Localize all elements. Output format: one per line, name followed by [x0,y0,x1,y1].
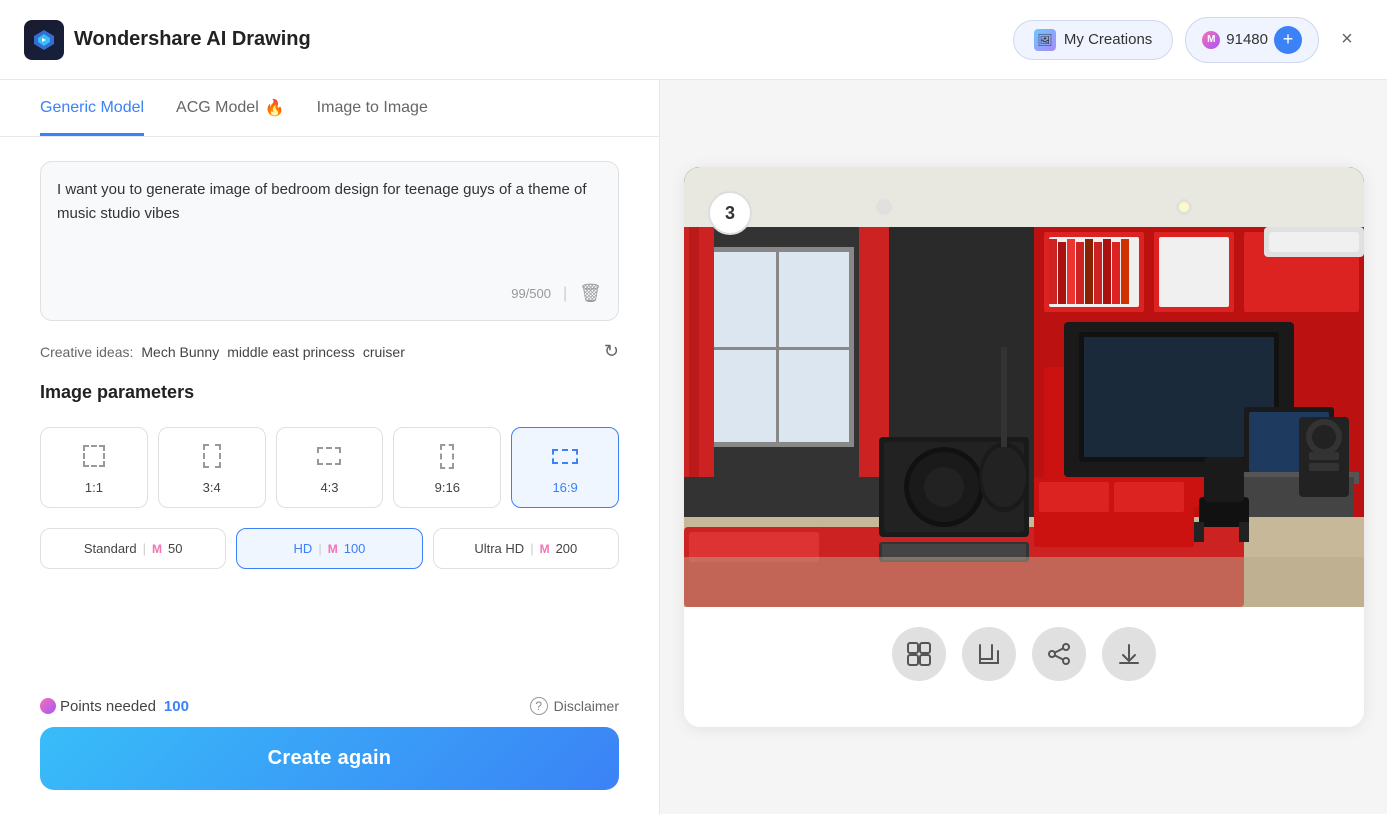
quality-m-icon-ultra-hd: M [540,542,550,556]
creative-tag-cruiser[interactable]: cruiser [363,344,405,360]
my-creations-button[interactable]: 🖼 My Creations [1013,20,1173,60]
action-buttons [892,627,1156,681]
ratio-4-3-icon [313,440,345,472]
ratio-btn-1-1[interactable]: 1:1 [40,427,148,508]
points-value: 91480 [1226,31,1268,48]
generated-image: 3 [684,167,1364,607]
clear-prompt-button[interactable]: 🗑 [579,283,602,304]
ratio-9-16-icon [431,440,463,472]
quality-btn-hd[interactable]: HD | M 100 [236,528,422,569]
my-creations-label: My Creations [1064,31,1152,48]
crop-button[interactable] [962,627,1016,681]
regenerate-button[interactable] [892,627,946,681]
scene-svg [684,167,1364,607]
app-logo [24,20,64,60]
refresh-ideas-button[interactable]: ↻ [604,341,619,362]
add-points-button[interactable]: + [1274,26,1302,54]
char-count: 99/500 [511,286,551,301]
model-tabs: Generic Model ACG Model 🔥 Image to Image [0,80,659,137]
tab-generic-model[interactable]: Generic Model [40,81,144,136]
points-info-row: Points needed 100 ? Disclaimer [40,697,619,715]
ratio-btn-3-4[interactable]: 3:4 [158,427,266,508]
points-needed-value: 100 [164,698,189,715]
creative-tag-middle-east-princess[interactable]: middle east princess [227,344,355,360]
left-panel: Generic Model ACG Model 🔥 Image to Image… [0,80,660,814]
ratio-btn-16-9[interactable]: 16:9 [511,427,619,508]
points-needed: Points needed 100 [40,698,189,715]
fire-icon: 🔥 [265,98,285,118]
topbar: Wondershare AI Drawing 🖼 My Creations M … [0,0,1387,80]
points-button[interactable]: M 91480 + [1185,17,1319,63]
download-button[interactable] [1102,627,1156,681]
quality-m-icon-standard: M [152,542,162,556]
prompt-container: I want you to generate image of bedroom … [40,161,619,321]
tab-acg-model[interactable]: ACG Model 🔥 [176,80,285,137]
main-content: Generic Model ACG Model 🔥 Image to Image… [0,80,1387,814]
ratio-3-4-icon [196,440,228,472]
quality-row: Standard | M 50 HD | M 100 Ultra HD | M … [40,528,619,569]
quality-btn-standard[interactable]: Standard | M 50 [40,528,226,569]
quality-btn-ultra-hd[interactable]: Ultra HD | M 200 [433,528,619,569]
creative-tag-mech-bunny[interactable]: Mech Bunny [141,344,219,360]
left-panel-inner: I want you to generate image of bedroom … [0,137,659,681]
tab-image-to-image[interactable]: Image to Image [317,81,428,136]
disclaimer-button[interactable]: ? Disclaimer [530,697,619,715]
create-again-button[interactable]: Create again [40,727,619,790]
ratio-1-1-icon [78,440,110,472]
bottom-area: Points needed 100 ? Disclaimer Create ag… [0,681,659,814]
prompt-footer: 99/500 | 🗑 [57,283,602,304]
divider: | [563,285,567,303]
creative-ideas-row: Creative ideas: Mech Bunny middle east p… [40,341,619,362]
image-number-badge: 3 [708,191,752,235]
app-branding: Wondershare AI Drawing [24,20,311,60]
topbar-actions: 🖼 My Creations M 91480 + × [1013,17,1363,63]
ratio-grid: 1:1 3:4 4:3 [40,427,619,508]
ratio-16-9-icon [549,440,581,472]
quality-m-icon-hd: M [328,542,338,556]
share-button[interactable] [1032,627,1086,681]
my-creations-icon: 🖼 [1034,29,1056,51]
image-card: 3 [684,167,1364,727]
close-button[interactable]: × [1331,24,1363,56]
image-parameters-title: Image parameters [40,382,619,403]
points-icon: M [1202,31,1220,49]
ratio-btn-9-16[interactable]: 9:16 [393,427,501,508]
image-parameters-section: Image parameters [40,382,619,407]
disclaimer-icon: ? [530,697,548,715]
creative-ideas-label: Creative ideas: [40,344,133,360]
prompt-text[interactable]: I want you to generate image of bedroom … [57,178,602,226]
ratio-btn-4-3[interactable]: 4:3 [276,427,384,508]
app-title: Wondershare AI Drawing [74,28,311,51]
right-panel: 3 [660,80,1387,814]
